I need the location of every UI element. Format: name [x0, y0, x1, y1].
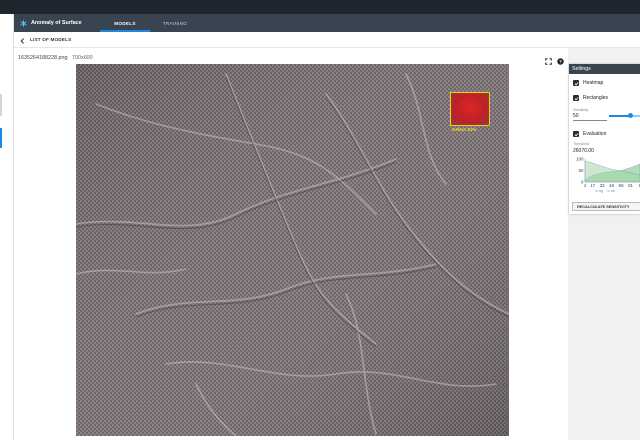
fullscreen-icon[interactable] [545, 52, 552, 70]
rectangles-checkbox[interactable] [573, 95, 579, 101]
breadcrumb-label[interactable]: LIST OF MODELS [30, 37, 71, 42]
help-icon[interactable]: ? [557, 52, 564, 70]
chevron-left-icon[interactable] [20, 31, 25, 49]
breadcrumb[interactable]: LIST OF MODELS [14, 32, 640, 48]
heatmap-checkbox[interactable] [573, 80, 579, 86]
viewer-tools: ? [545, 52, 564, 70]
recalculate-sensitivity-button[interactable]: RECALCULATE SENSITIVITY [572, 202, 640, 211]
defect-label: Defect 81% [452, 127, 477, 132]
os-title-bar [0, 0, 640, 14]
x-tick-label: 17 [590, 183, 595, 188]
rectangles-option[interactable]: Rectangles [573, 95, 608, 101]
rectangles-label: Rectangles [583, 95, 609, 101]
evaluation-checkbox[interactable] [573, 131, 579, 137]
defect-rectangle[interactable] [450, 92, 490, 126]
evaluation-chart: 100500417334965819ngok [576, 157, 640, 193]
app-header: Anomaly of Surface MODELS TRAINING [14, 14, 640, 32]
image-size: 700x600 [72, 55, 93, 61]
rail-item-active[interactable] [0, 128, 2, 148]
y-tick-label: 100 [576, 157, 584, 162]
viewer-panel: 1635264188228.png 700x600 ? Defect 81% [14, 48, 568, 440]
x-tick-label: 81 [628, 183, 633, 188]
snowflake-logo-icon [20, 14, 27, 32]
x-tick-label: 49 [609, 183, 614, 188]
heatmap-option[interactable]: Heatmap [573, 80, 603, 86]
fabric-texture [76, 64, 509, 436]
evaluation-option[interactable]: Evaluation [573, 131, 606, 137]
settings-panel: Settings Heatmap Rectangles Sensitivity … [569, 64, 640, 214]
slider-fill [609, 115, 629, 117]
legend-label: ng [599, 189, 603, 193]
evaluation-label: Evaluation [583, 131, 607, 137]
y-tick-label: 50 [579, 168, 584, 173]
heatmap-label: Heatmap [583, 80, 604, 86]
rail-item[interactable] [0, 94, 2, 116]
sensitivity-field[interactable]: Sensitivity 50 [573, 108, 607, 121]
settings-title: Settings [569, 64, 640, 74]
sensitivity-value[interactable]: 50 [573, 113, 579, 119]
file-name: 1635264188228.png [18, 55, 68, 61]
sensitivity-caption: Sensitivity [573, 108, 589, 112]
app-title: Anomaly of Surface [31, 20, 82, 26]
threshold-value[interactable]: 26070.00 [573, 148, 594, 154]
legend-label: ok [611, 189, 615, 193]
tab-training[interactable]: TRAINING [150, 14, 200, 32]
slider-thumb[interactable] [628, 113, 633, 118]
x-tick-label: 65 [619, 183, 624, 188]
x-tick-label: 33 [600, 183, 605, 188]
svg-text:?: ? [559, 59, 562, 64]
brand[interactable]: Anomaly of Surface [14, 14, 100, 32]
left-rail [0, 14, 14, 440]
inspection-image[interactable]: Defect 81% [76, 64, 509, 436]
threshold-caption: Threshold [573, 142, 589, 146]
x-tick-label: 4 [584, 183, 587, 188]
sensitivity-slider[interactable] [609, 113, 640, 118]
tab-models[interactable]: MODELS [100, 14, 150, 32]
